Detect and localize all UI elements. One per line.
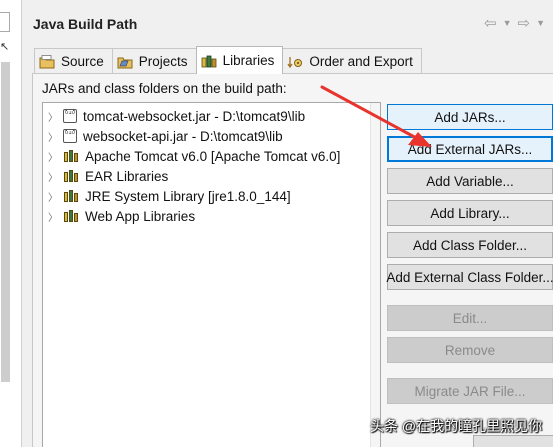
edit-button[interactable]: Edit...: [387, 305, 553, 331]
tree-item[interactable]: 〉 Web App Libraries: [43, 206, 380, 226]
tree-item[interactable]: 〉 010 websocket-api.jar - D:\tomcat9\lib: [43, 126, 380, 146]
tree-scrollbar[interactable]: [370, 103, 380, 447]
clipped-combo-box[interactable]: [0, 12, 10, 32]
page-title: Java Build Path: [33, 16, 138, 32]
migrate-jar-button[interactable]: Migrate JAR File...: [387, 378, 553, 404]
library-icon: [63, 149, 79, 163]
libraries-tab-content: JARs and class folders on the build path…: [32, 73, 553, 447]
library-icon: [63, 189, 79, 203]
tab-order-and-export-label: Order and Export: [309, 54, 413, 69]
expand-chevron-icon[interactable]: 〉: [43, 149, 63, 164]
add-class-folder-button[interactable]: Add Class Folder...: [387, 232, 553, 258]
expand-chevron-icon[interactable]: 〉: [43, 209, 63, 224]
forward-dropdown-chevron-icon[interactable]: ▼: [536, 14, 545, 32]
java-build-path-panel: Java Build Path ⇦ ▼ ⇨ ▼ Source Projects …: [22, 0, 553, 447]
tree-item-label: tomcat-websocket.jar - D:\tomcat9\lib: [83, 108, 306, 124]
expand-chevron-icon[interactable]: 〉: [43, 129, 63, 144]
expand-chevron-icon[interactable]: 〉: [43, 109, 63, 124]
remove-button[interactable]: Remove: [387, 337, 553, 363]
history-navigation: ⇦ ▼ ⇨ ▼: [484, 14, 545, 32]
order-export-icon: [287, 56, 303, 68]
tree-item[interactable]: 〉 Apache Tomcat v6.0 [Apache Tomcat v6.0…: [43, 146, 380, 166]
tree-item[interactable]: 〉 JRE System Library [jre1.8.0_144]: [43, 186, 380, 206]
tree-item-label: EAR Libraries: [85, 168, 169, 184]
tab-bar: Source Projects Libraries Order and Expo…: [34, 46, 422, 74]
source-folder-icon: [39, 54, 55, 68]
libraries-icon: [201, 55, 216, 67]
clipped-bottom-button[interactable]: [473, 435, 553, 447]
back-arrow-icon[interactable]: ⇦: [484, 14, 497, 32]
add-external-class-folder-button[interactable]: Add External Class Folder...: [386, 264, 553, 290]
adjacent-window-strip: ↖: [0, 0, 22, 447]
projects-icon: [117, 57, 133, 68]
tab-source[interactable]: Source: [34, 48, 113, 74]
clipped-arrow-icon: ↖: [0, 41, 10, 53]
tab-projects-label: Projects: [138, 54, 188, 69]
tree-item-label: Apache Tomcat v6.0 [Apache Tomcat v6.0]: [85, 148, 341, 164]
library-icon: [63, 209, 79, 223]
tab-libraries[interactable]: Libraries: [195, 46, 284, 74]
build-path-label: JARs and class folders on the build path…: [42, 81, 287, 96]
add-external-jars-button[interactable]: Add External JARs...: [387, 136, 553, 162]
tree-item[interactable]: 〉 EAR Libraries: [43, 166, 380, 186]
library-icon: [63, 169, 79, 183]
expand-chevron-icon[interactable]: 〉: [43, 189, 63, 204]
clipped-scrollbar[interactable]: [1, 62, 10, 382]
tree-item-label: Web App Libraries: [85, 208, 196, 224]
tree-item-label: JRE System Library [jre1.8.0_144]: [85, 188, 291, 204]
build-path-tree[interactable]: 〉 010 tomcat-websocket.jar - D:\tomcat9\…: [42, 102, 381, 447]
tab-libraries-label: Libraries: [222, 53, 275, 68]
tree-item-label: websocket-api.jar - D:\tomcat9\lib: [83, 128, 283, 144]
add-variable-button[interactable]: Add Variable...: [387, 168, 553, 194]
add-jars-button[interactable]: Add JARs...: [387, 104, 553, 130]
add-library-button[interactable]: Add Library...: [387, 200, 553, 226]
tree-item[interactable]: 〉 010 tomcat-websocket.jar - D:\tomcat9\…: [43, 106, 380, 126]
expand-chevron-icon[interactable]: 〉: [43, 169, 63, 184]
forward-arrow-icon[interactable]: ⇨: [518, 14, 531, 32]
watermark: 头条 @在我的瞳孔里照见你: [370, 418, 543, 434]
tab-source-label: Source: [61, 54, 104, 69]
tab-order-and-export[interactable]: Order and Export: [282, 48, 422, 74]
jar-icon: 010: [63, 129, 77, 143]
jar-icon: 010: [63, 109, 77, 123]
back-dropdown-chevron-icon[interactable]: ▼: [503, 14, 512, 32]
tab-projects[interactable]: Projects: [111, 48, 197, 74]
